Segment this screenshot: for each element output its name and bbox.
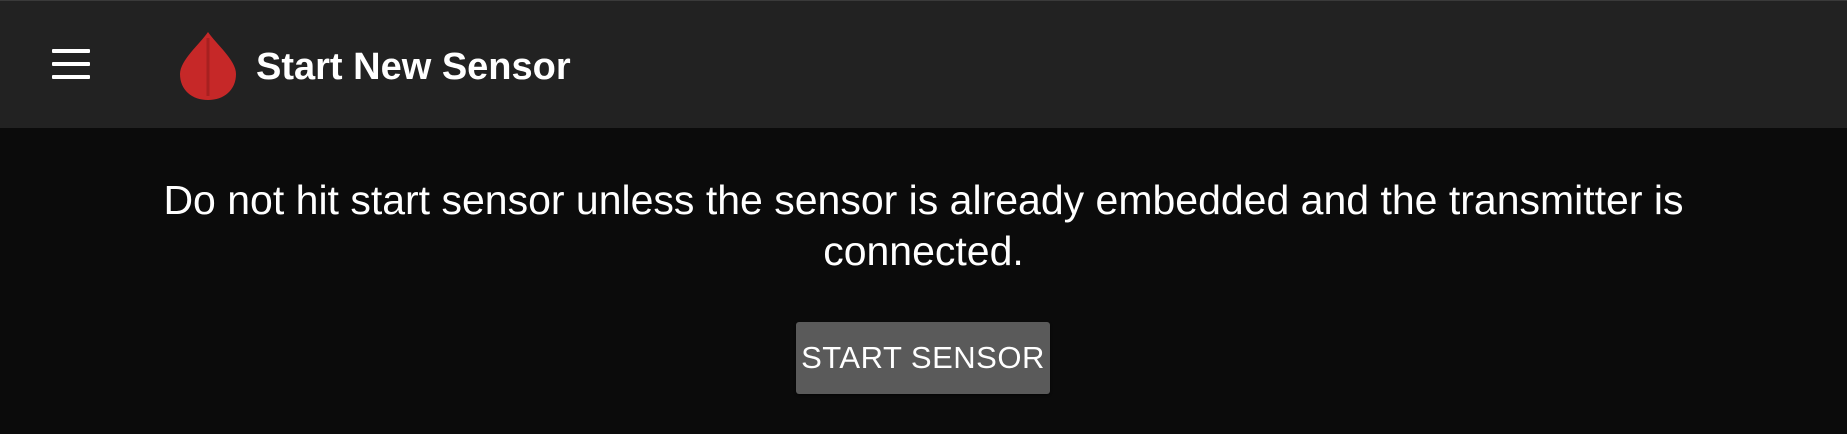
menu-bar-middle xyxy=(52,62,90,66)
app-toolbar: Start New Sensor xyxy=(0,0,1847,128)
hamburger-menu-icon[interactable] xyxy=(30,31,114,97)
page-title: Start New Sensor xyxy=(256,46,571,88)
blood-drop-icon xyxy=(178,30,238,102)
warning-message: Do not hit start sensor unless the senso… xyxy=(163,177,1684,274)
app-window: Start New Sensor Do not hit start sensor… xyxy=(0,0,1847,434)
main-content: Do not hit start sensor unless the senso… xyxy=(0,128,1847,434)
menu-bar-bottom xyxy=(52,75,90,79)
start-sensor-button[interactable]: START SENSOR xyxy=(796,322,1050,394)
menu-bar-top xyxy=(52,49,90,53)
